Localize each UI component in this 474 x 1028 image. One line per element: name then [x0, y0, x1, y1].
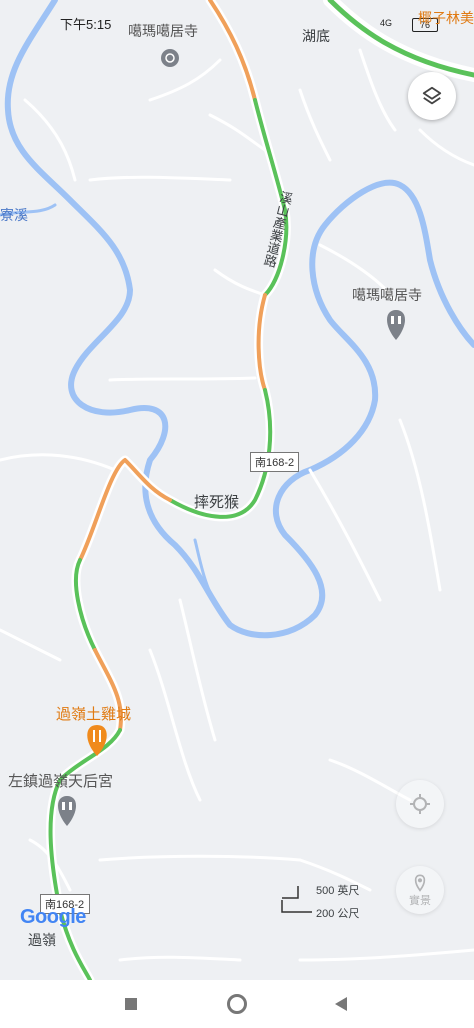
my-location-icon [410, 794, 430, 814]
shuaisihou-label[interactable]: 摔死猴 [194, 491, 239, 512]
layers-icon [422, 86, 442, 105]
street-view-button[interactable]: 實景 [396, 866, 444, 914]
home-button[interactable] [207, 980, 267, 1028]
status-time: 下午5:15 [60, 17, 112, 32]
hudi-label[interactable]: 湖底 [302, 26, 330, 46]
temple-label-mid[interactable]: 噶瑪噶居寺 [352, 285, 422, 305]
temple-label-bottom[interactable]: 左鎮過嶺天后宮 [8, 770, 113, 791]
circle-icon [227, 994, 247, 1014]
recents-button[interactable] [101, 980, 161, 1028]
status-network: 4G [380, 18, 393, 28]
attribution-text: Google [20, 906, 86, 928]
map-canvas[interactable] [0, 0, 474, 980]
scale-imperial-label: 500 英尺 [316, 885, 360, 897]
back-button[interactable] [311, 980, 371, 1028]
google-logo: Google [20, 906, 86, 929]
street-view-label: 實景 [409, 895, 431, 907]
my-location-button[interactable] [396, 780, 444, 828]
scale-metric-label: 200 公尺 [316, 908, 360, 920]
village-label: 過嶺 [28, 932, 56, 948]
liaoxi-label: 寮溪 [0, 207, 28, 223]
street-view-icon [414, 874, 426, 892]
system-nav-bar [0, 980, 474, 1028]
temple-icon [161, 49, 179, 67]
layers-button[interactable] [408, 72, 456, 120]
back-triangle-icon [335, 997, 347, 1011]
route-shield: 南168-2 [250, 452, 300, 472]
square-icon [125, 998, 137, 1010]
restaurant-label[interactable]: 過嶺土雞城 [56, 703, 131, 724]
temple-label-top[interactable]: 噶瑪噶居寺 [128, 21, 198, 41]
top-right-poi-label[interactable]: 椰子林美 [418, 8, 474, 28]
